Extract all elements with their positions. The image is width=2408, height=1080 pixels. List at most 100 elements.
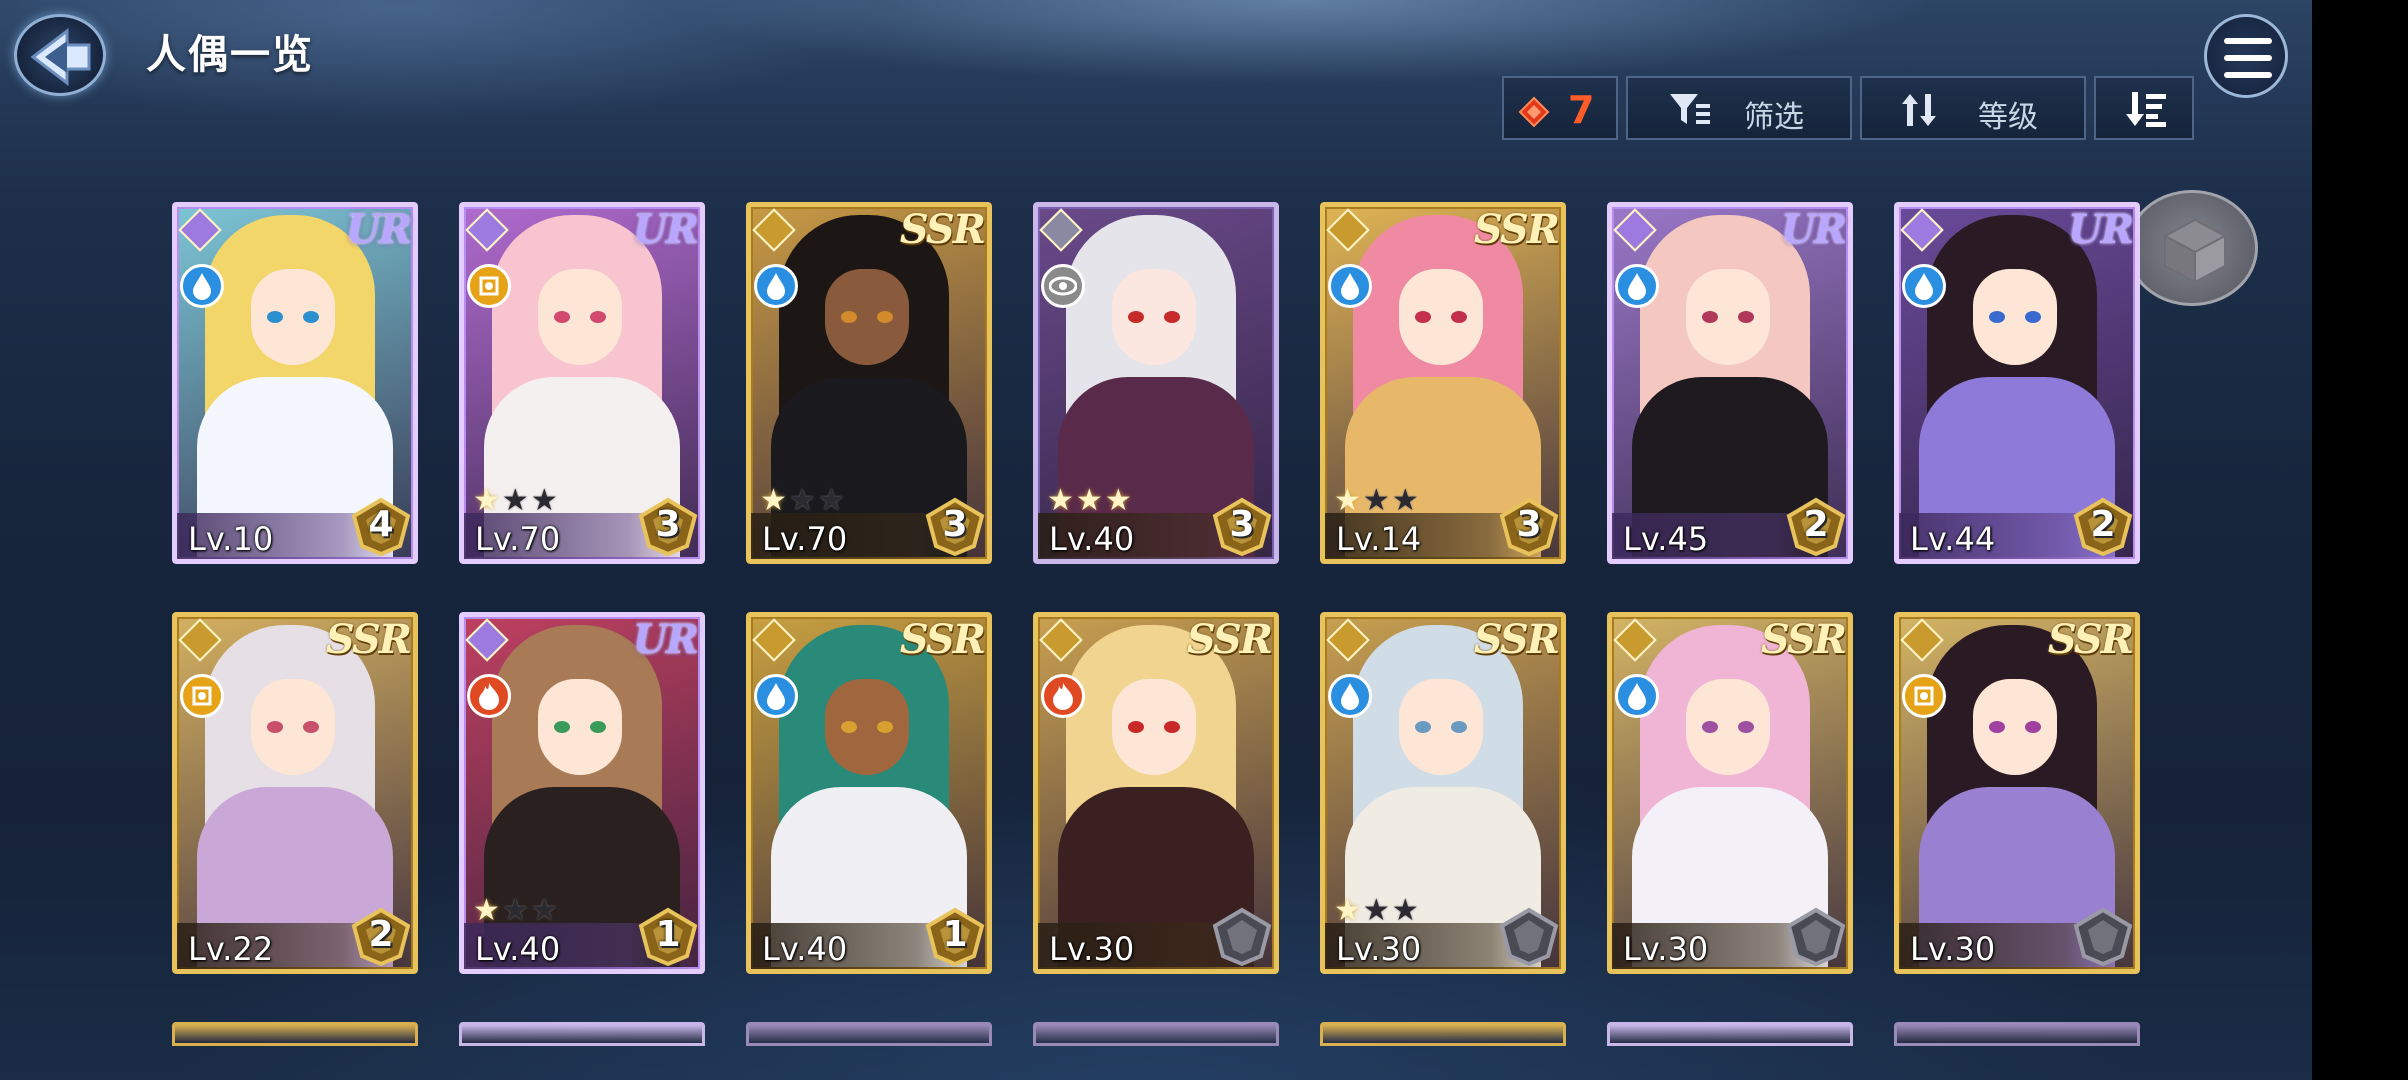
doll-card-partial[interactable] — [172, 1022, 418, 1046]
rarity-label: SSR — [1473, 616, 1560, 663]
doll-card-partial[interactable] — [1033, 1022, 1279, 1046]
water-element-icon — [754, 264, 798, 308]
rank-wing-icon: 2 — [350, 906, 412, 968]
level-label: Lv.45 — [1623, 520, 1709, 558]
back-button[interactable] — [14, 14, 106, 96]
filter-label: 筛选 — [1744, 100, 1804, 135]
fire-element-icon — [1041, 674, 1085, 718]
doll-card[interactable]: SSR Lv.30 — [1894, 612, 2140, 974]
rank-wing-icon: 4 — [350, 496, 412, 558]
rank-wing-icon — [2072, 906, 2134, 968]
doll-card-partial[interactable] — [1320, 1022, 1566, 1046]
sort-label: 等级 — [1978, 100, 2038, 135]
doll-card[interactable]: UR ★★★ Lv.40 1 — [459, 612, 705, 974]
hamburger-menu-icon — [2224, 38, 2272, 78]
light-element-icon — [180, 674, 224, 718]
level-label: Lv.40 — [762, 930, 848, 968]
level-label: Lv.70 — [475, 520, 561, 558]
rank-wing-icon: 2 — [2072, 496, 2134, 558]
menu-button[interactable] — [2204, 14, 2288, 98]
level-label: Lv.40 — [475, 930, 561, 968]
water-element-icon — [1615, 264, 1659, 308]
water-element-icon — [1328, 674, 1372, 718]
rarity-label: UR — [632, 206, 699, 253]
rank-wing-icon: 3 — [637, 496, 699, 558]
star-rating: ★★★ — [760, 483, 847, 518]
rarity-label: UR — [345, 206, 412, 253]
star-rating: ★★★ — [473, 893, 560, 928]
doll-card-partial[interactable] — [746, 1022, 992, 1046]
rarity-label: SSR — [2047, 616, 2134, 663]
light-element-icon — [1902, 674, 1946, 718]
level-label: Lv.30 — [1910, 930, 1996, 968]
rank-wing-icon — [1498, 906, 1560, 968]
level-label: Lv.44 — [1910, 520, 1996, 558]
cube-icon — [2163, 218, 2227, 284]
wind-element-icon — [1041, 264, 1085, 308]
rarity-label: UR — [632, 616, 699, 663]
doll-card-partial[interactable] — [459, 1022, 705, 1046]
rarity-label: SSR — [899, 616, 986, 663]
light-element-icon — [467, 264, 511, 308]
rarity-label: SSR — [1473, 206, 1560, 253]
rank-wing-icon: 3 — [1498, 496, 1560, 558]
rarity-label: SSR — [325, 616, 412, 663]
star-rating: ★★★ — [1334, 483, 1421, 518]
level-label: Lv.30 — [1049, 930, 1135, 968]
filter-button[interactable]: 筛选 — [1626, 76, 1852, 140]
level-label: Lv.70 — [762, 520, 848, 558]
back-arrow-icon — [30, 27, 91, 87]
doll-card[interactable]: UR Lv.45 2 — [1607, 202, 1853, 564]
star-rating: ★★★ — [1047, 483, 1134, 518]
cube-view-button[interactable] — [2126, 190, 2258, 306]
level-label: Lv.30 — [1336, 930, 1422, 968]
doll-card[interactable]: SSR ★★★ Lv.14 3 — [1320, 202, 1566, 564]
sort-order-button[interactable] — [2094, 76, 2194, 140]
doll-card[interactable]: SSR Lv.40 1 — [746, 612, 992, 974]
doll-card[interactable]: SSR Lv.22 2 — [172, 612, 418, 974]
sort-descending-icon — [2126, 92, 2166, 127]
rarity-label: UR — [1780, 206, 1847, 253]
rarity-label: UR — [2067, 206, 2134, 253]
doll-card[interactable]: SSR ★★★ Lv.70 3 — [746, 202, 992, 564]
level-label: Lv.14 — [1336, 520, 1422, 558]
doll-count: 7 — [1568, 88, 1595, 132]
star-rating: ★★★ — [1334, 893, 1421, 928]
rarity-label: SSR — [1760, 616, 1847, 663]
level-label: Lv.10 — [188, 520, 274, 558]
doll-count-box: 7 — [1502, 76, 1618, 140]
water-element-icon — [754, 674, 798, 718]
rank-wing-icon: 3 — [1211, 496, 1273, 558]
doll-card[interactable]: SSR Lv.30 — [1033, 612, 1279, 974]
rank-wing-icon — [1785, 906, 1847, 968]
rank-wing-icon: 2 — [1785, 496, 1847, 558]
water-element-icon — [1328, 264, 1372, 308]
fire-element-icon — [467, 674, 511, 718]
doll-card[interactable]: ★★★ Lv.40 3 — [1033, 202, 1279, 564]
sort-button[interactable]: 等级 — [1860, 76, 2086, 140]
doll-card[interactable]: UR Lv.44 2 — [1894, 202, 2140, 564]
sort-arrows-icon — [1902, 94, 1936, 126]
doll-card-partial[interactable] — [1894, 1022, 2140, 1046]
doll-card-partial[interactable] — [1607, 1022, 1853, 1046]
filter-icon — [1670, 94, 1710, 124]
doll-card[interactable]: SSR ★★★ Lv.30 — [1320, 612, 1566, 974]
rarity-label: SSR — [1186, 616, 1273, 663]
doll-card[interactable]: UR ★★★ Lv.70 3 — [459, 202, 705, 564]
rank-wing-icon: 3 — [924, 496, 986, 558]
level-label: Lv.22 — [188, 930, 274, 968]
doll-card[interactable]: SSR Lv.30 — [1607, 612, 1853, 974]
doll-card[interactable]: UR Lv.10 4 — [172, 202, 418, 564]
rank-wing-icon — [1211, 906, 1273, 968]
rank-wing-icon: 1 — [637, 906, 699, 968]
rank-wing-icon: 1 — [924, 906, 986, 968]
water-element-icon — [180, 264, 224, 308]
screen-edge — [2312, 0, 2408, 1080]
rarity-label: SSR — [899, 206, 986, 253]
water-element-icon — [1902, 264, 1946, 308]
water-element-icon — [1615, 674, 1659, 718]
page-title: 人偶一览 — [146, 32, 314, 78]
level-label: Lv.40 — [1049, 520, 1135, 558]
game-background: 人偶一览 7 筛选 等级 UR Lv.10 4 UR ★★★ Lv.70 3 S… — [0, 0, 2312, 1080]
red-diamond-icon — [1518, 96, 1550, 128]
